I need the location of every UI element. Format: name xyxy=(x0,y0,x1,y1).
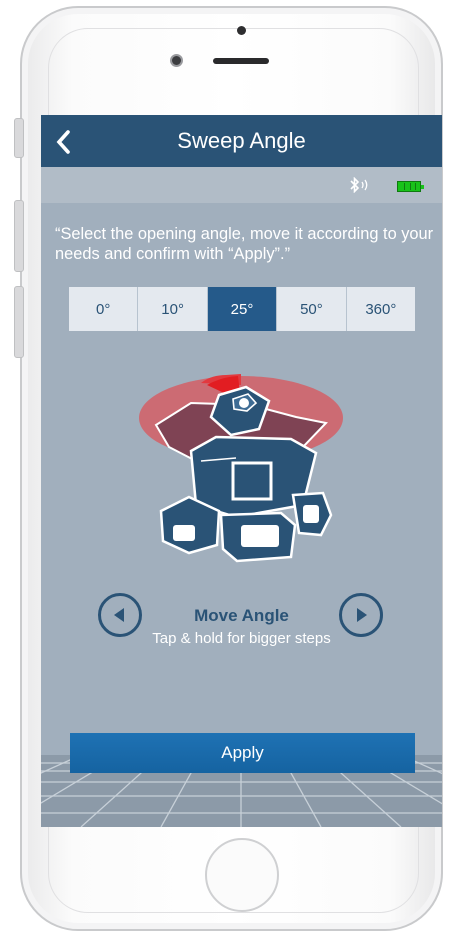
bluetooth-icon xyxy=(350,177,368,193)
proximity-sensor xyxy=(237,26,246,35)
angle-option[interactable]: 50° xyxy=(277,287,347,331)
apply-button[interactable]: Apply xyxy=(70,733,415,773)
angle-option[interactable]: 0° xyxy=(69,287,139,331)
earpiece-speaker xyxy=(213,58,269,64)
arrow-right-icon xyxy=(357,608,367,622)
mute-switch xyxy=(14,118,24,158)
volume-down-button xyxy=(14,286,24,358)
instruction-text: “Select the opening angle, move it accor… xyxy=(55,225,434,263)
battery-icon xyxy=(397,181,424,192)
front-camera-icon xyxy=(170,54,183,67)
volume-up-button xyxy=(14,200,24,272)
page-title: Sweep Angle xyxy=(177,128,306,153)
status-bar xyxy=(41,167,442,203)
angle-option[interactable]: 360° xyxy=(347,287,415,331)
move-hint-text: Tap & hold for bigger steps xyxy=(152,630,331,647)
app-screen: Sweep Angle “Select the opening angle, m… xyxy=(41,115,442,827)
angle-option[interactable]: 25° xyxy=(207,287,278,331)
rotation-laser-illustration xyxy=(139,374,343,563)
angle-selector: 0° 10° 25° 50° 360° xyxy=(69,287,415,331)
home-button[interactable] xyxy=(205,838,279,912)
nav-bar: Sweep Angle xyxy=(41,115,442,167)
angle-option[interactable]: 10° xyxy=(138,287,208,331)
